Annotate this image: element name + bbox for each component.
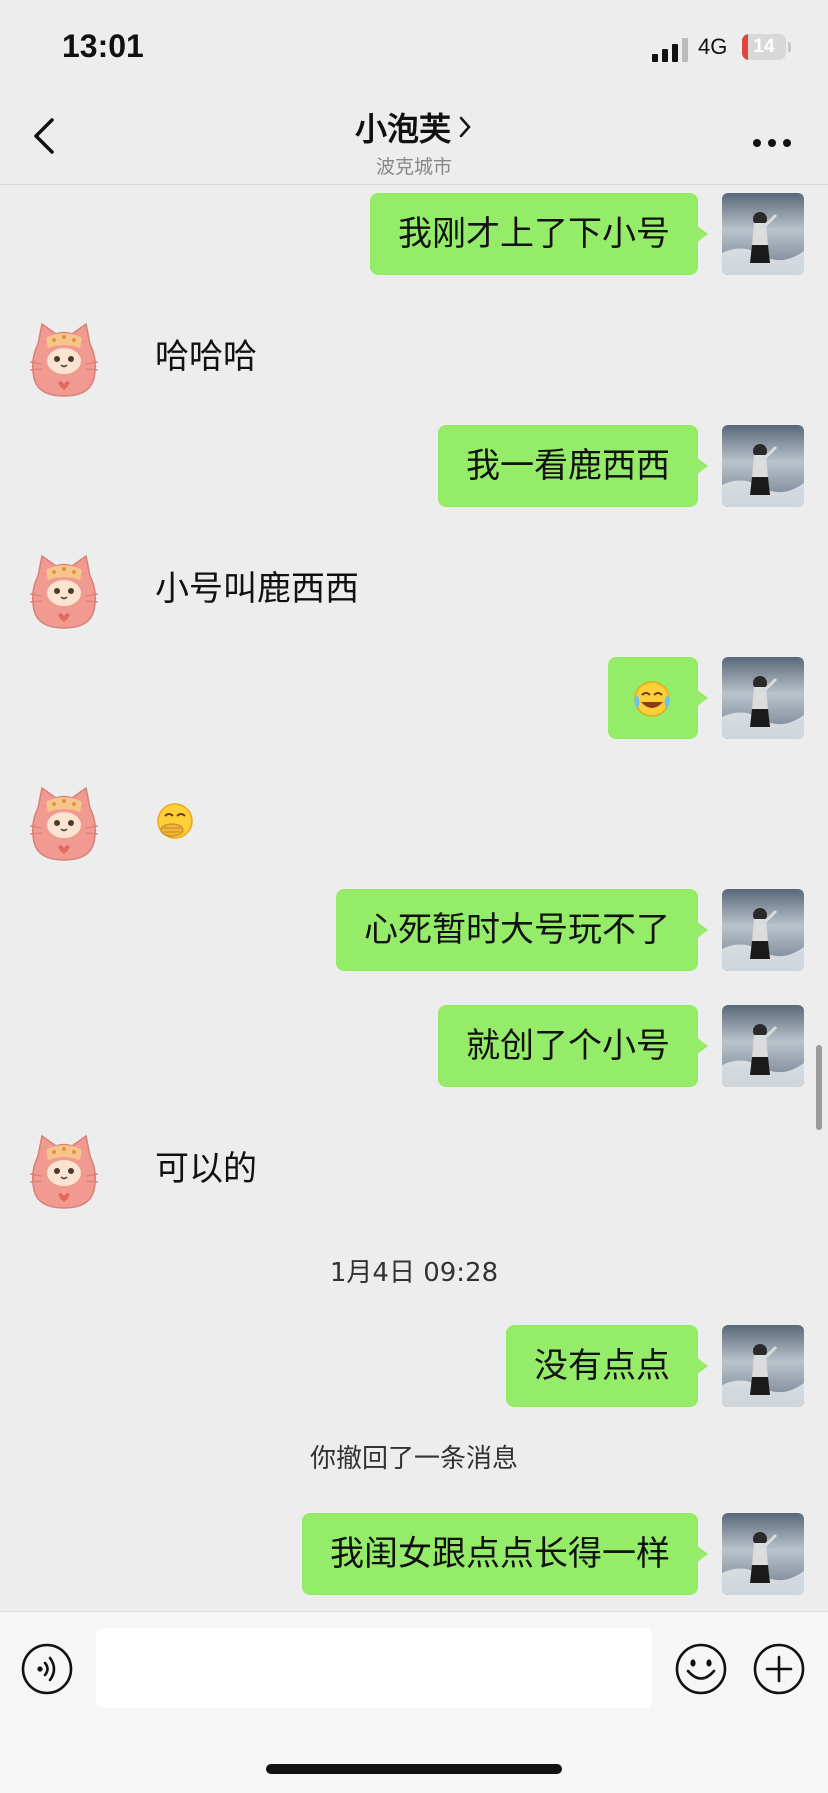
my-avatar[interactable] [722,1325,804,1407]
my-avatar[interactable] [722,889,804,971]
status-time: 13:01 [62,28,144,64]
message-bubble-outgoing[interactable]: 没有点点 [506,1325,708,1407]
battery-icon: 14 [742,34,786,60]
message-bubble-outgoing[interactable]: 我闺女跟点点长得一样 [302,1513,708,1595]
add-icon[interactable] [752,1642,806,1696]
message-bubble-outgoing[interactable]: 我刚才上了下小号 [370,193,708,275]
timestamp-divider: 1月4日 09:28 [329,1258,499,1288]
message-bubble-outgoing[interactable]: 心死暂时大号玩不了 [336,889,708,971]
my-avatar[interactable] [722,657,804,739]
my-avatar[interactable] [722,193,804,275]
contact-avatar[interactable] [24,316,104,398]
signal-icon [652,38,688,62]
contact-avatar[interactable] [24,780,104,862]
message-incoming[interactable]: 可以的 [155,1128,257,1210]
contact-avatar[interactable] [24,1128,104,1210]
battery-percent: 14 [753,36,775,57]
chevron-right-icon [459,116,471,138]
more-options-icon[interactable] [752,138,792,148]
chat-title-area[interactable]: 小泡芙 波克城市 [0,104,828,179]
chat-title[interactable]: 小泡芙 [355,104,473,150]
status-bar: 13:01 4G 14 [0,0,828,90]
contact-name: 小泡芙 [354,110,451,148]
message-input[interactable] [96,1628,652,1708]
home-indicator[interactable] [266,1764,562,1774]
my-avatar[interactable] [722,425,804,507]
laughing-crying-emoji-icon [634,681,670,717]
message-incoming[interactable]: 哈哈哈 [155,316,257,398]
my-avatar[interactable] [722,1513,804,1595]
chat-header: 小泡芙 波克城市 [0,90,828,185]
message-list[interactable]: 我刚才上了下小号 哈哈哈 我一看鹿西西 小号叫鹿西西 心死暂时大号玩不了 就创了… [0,185,828,1610]
contact-subtitle: 波克城市 [375,156,452,178]
battery-tip [788,42,791,52]
recall-notice: 你撤回了一条消息 [309,1444,518,1474]
scrollbar[interactable] [816,1045,822,1130]
message-bubble-outgoing[interactable]: 就创了个小号 [438,1005,708,1087]
message-bubble-outgoing[interactable] [608,657,708,739]
my-avatar[interactable] [722,1005,804,1087]
message-incoming[interactable]: 小号叫鹿西西 [155,548,359,630]
network-label: 4G [698,34,728,59]
voice-input-icon[interactable] [20,1642,74,1696]
message-bubble-outgoing[interactable]: 我一看鹿西西 [438,425,708,507]
hand-over-mouth-emoji-icon[interactable] [155,802,195,840]
emoji-icon[interactable] [674,1642,728,1696]
contact-avatar[interactable] [24,548,104,630]
